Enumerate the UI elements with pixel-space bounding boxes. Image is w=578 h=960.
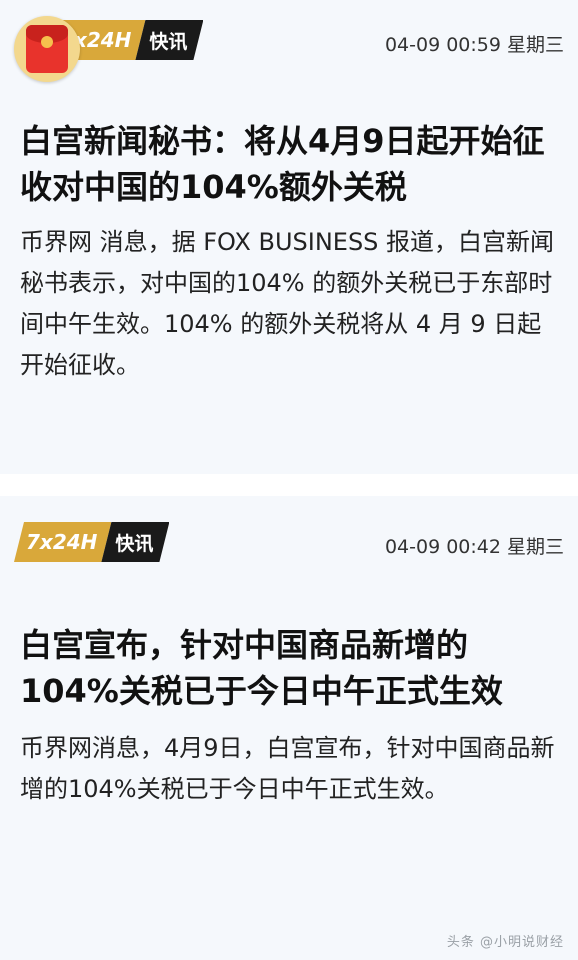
news-body: 币界网 消息，据 FOX BUSINESS 报道，白宫新闻秘书表示，对中国的10…	[20, 228, 555, 379]
badge-flash: 快讯	[135, 20, 203, 60]
news-badge: 7x24H 快讯	[14, 522, 169, 562]
watermark: 头条 @小明说财经	[446, 935, 564, 950]
news-headline[interactable]: 白宫宣布，针对中国商品新增的104%关税已于今日中午正式生效	[20, 622, 560, 714]
news-timestamp: 04-09 00:59 星期三	[384, 34, 564, 56]
news-headline[interactable]: 白宫新闻秘书：将从4月9日起开始征收对中国的104%额外关税	[20, 118, 560, 210]
news-body: 币界网消息，4月9日，白宫宣布，针对中国商品新增的104%关税已于今日中午正式生…	[20, 734, 555, 803]
card-divider	[0, 474, 578, 496]
red-envelope-icon[interactable]	[14, 16, 80, 82]
news-timestamp: 04-09 00:42 星期三	[384, 536, 564, 558]
badge-7x24h: 7x24H	[14, 522, 111, 562]
news-card-1[interactable]: 7x24H 快讯 04-09 00:59 星期三 白宫新闻秘书：将从4月9日起开…	[0, 0, 578, 474]
news-card-2[interactable]: 7x24H 快讯 04-09 00:42 星期三 白宫宣布，针对中国商品新增的1…	[0, 496, 578, 960]
badge-flash: 快讯	[101, 522, 169, 562]
